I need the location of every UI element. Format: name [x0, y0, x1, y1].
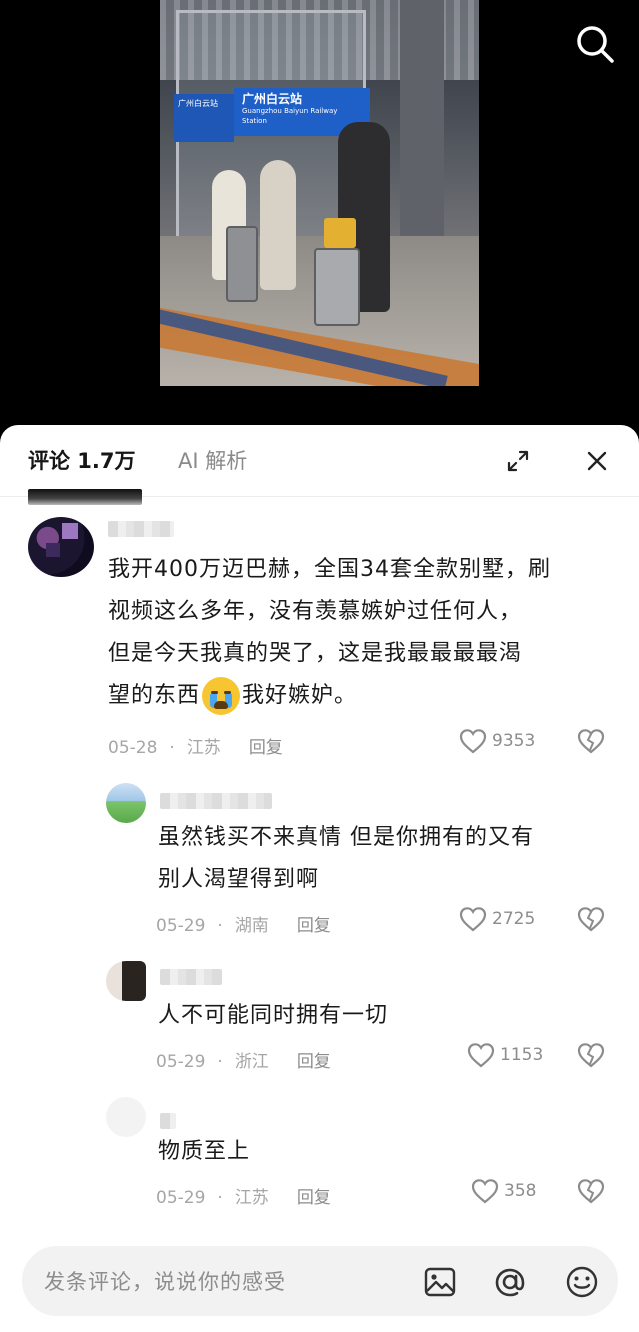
video-sign-left: 广州白云站 [174, 94, 234, 142]
avatar[interactable] [28, 517, 94, 577]
video-pillar [400, 0, 444, 250]
comment-text-line: 别人渴望得到啊 [158, 867, 320, 892]
comment-text: 我开400万迈巴赫，全国34套全款别墅，刷 视频这么多年，没有羡慕嫉妒过任何人，… [108, 549, 608, 717]
meta-separator: · [217, 1052, 223, 1072]
reply-button[interactable]: 回复 [249, 733, 283, 758]
reply-button[interactable]: 回复 [297, 911, 331, 936]
search-icon[interactable] [573, 22, 617, 66]
comment-text-line: 人不可能同时拥有一切 [158, 1003, 389, 1028]
comment-date: 05-29 [156, 1188, 206, 1208]
comment-input-bar[interactable]: 发条评论，说说你的感受 [22, 1246, 618, 1316]
dislike-icon[interactable] [576, 727, 606, 755]
video-yellow-bag [324, 218, 356, 248]
username-blurred[interactable] [160, 969, 222, 985]
like-button[interactable]: 9353 [458, 727, 535, 755]
username-blurred[interactable] [160, 1113, 176, 1129]
avatar[interactable] [106, 961, 146, 1001]
comment-text-fragment: 我好嫉妒。 [242, 683, 358, 708]
mention-icon[interactable] [492, 1264, 528, 1300]
video-suitcase-1 [226, 226, 258, 302]
video-sign-main: 广州白云站 [242, 92, 303, 106]
comment-region: 湖南 [234, 916, 269, 936]
reply-button[interactable]: 回复 [297, 1183, 331, 1208]
video-sign-sub: Guangzhou Baiyun Railway Station [242, 107, 338, 125]
avatar[interactable] [106, 1097, 146, 1137]
comment-text: 虽然钱买不来真情 但是你拥有的又有 别人渴望得到啊 [158, 817, 618, 901]
like-count: 9353 [492, 731, 536, 751]
heart-icon [471, 1179, 499, 1204]
username-blurred[interactable] [160, 793, 272, 809]
comment-input-placeholder[interactable]: 发条评论，说说你的感受 [44, 1266, 286, 1296]
comment-region: 江苏 [234, 1188, 269, 1208]
heart-icon [459, 729, 487, 754]
expand-icon[interactable] [506, 449, 530, 473]
comment-meta: 05-29 · 浙江 回复 [156, 1047, 331, 1072]
comment-text-line: 我开400万迈巴赫，全国34套全款别墅，刷 [108, 557, 551, 582]
video-suitcase-2 [314, 248, 360, 326]
meta-separator: · [217, 916, 223, 936]
image-icon[interactable] [422, 1264, 458, 1300]
comment-text: 物质至上 [158, 1131, 618, 1173]
heart-icon [459, 907, 487, 932]
emoji-icon[interactable] [564, 1264, 600, 1300]
tab-comments[interactable]: 评论 1.7万 [28, 447, 136, 475]
heart-icon [467, 1043, 495, 1068]
dislike-icon[interactable] [576, 905, 606, 933]
username-blurred[interactable] [108, 521, 174, 537]
avatar-pixel [62, 523, 78, 539]
comment-tabs: 评论 1.7万 AI 解析 [0, 425, 639, 505]
comment-text: 人不可能同时拥有一切 [158, 995, 618, 1037]
dislike-icon[interactable] [576, 1177, 606, 1205]
comment-meta: 05-28 · 江苏 回复 [108, 733, 283, 758]
crying-emoji-icon [202, 677, 241, 715]
comment-region: 浙江 [234, 1052, 269, 1072]
comment-date: 05-28 [108, 738, 158, 758]
like-button[interactable]: 358 [470, 1177, 536, 1205]
comment-region: 江苏 [186, 738, 221, 758]
comment-date: 05-29 [156, 916, 206, 936]
meta-separator: · [169, 738, 175, 758]
like-count: 358 [504, 1181, 537, 1201]
comment-meta: 05-29 · 湖南 回复 [156, 911, 331, 936]
tab-ai-analysis[interactable]: AI 解析 [178, 447, 247, 475]
video-frame[interactable]: 广州白云站 广州白云站 Guangzhou Baiyun Railway Sta… [160, 0, 479, 386]
comment-date: 05-29 [156, 1052, 206, 1072]
like-count: 2725 [492, 909, 536, 929]
comment-text-line: 虽然钱买不来真情 但是你拥有的又有 [158, 825, 534, 850]
avatar-pixel [46, 543, 60, 557]
video-person-2 [260, 160, 296, 290]
reply-button[interactable]: 回复 [297, 1047, 331, 1072]
like-button[interactable]: 1153 [466, 1041, 543, 1069]
comment-text-line: 望的东西 我好嫉妒。 [108, 675, 608, 717]
meta-separator: · [217, 1188, 223, 1208]
comment-text-line: 但是今天我真的哭了，这是我最最最最渴 [108, 641, 523, 666]
like-count: 1153 [500, 1045, 544, 1065]
like-button[interactable]: 2725 [458, 905, 535, 933]
comment-text-line: 视频这么多年，没有羡慕嫉妒过任何人， [108, 599, 523, 624]
dislike-icon[interactable] [576, 1041, 606, 1069]
comment-sheet: 评论 1.7万 AI 解析 我开400万迈巴赫，全国34套全款别墅，刷 视频这么… [0, 425, 639, 1332]
close-icon[interactable] [585, 449, 609, 473]
comment-text-line: 物质至上 [158, 1139, 251, 1164]
tab-active-indicator [28, 489, 142, 505]
video-player[interactable]: 广州白云站 广州白云站 Guangzhou Baiyun Railway Sta… [0, 0, 639, 430]
comment-text-fragment: 望的东西 [108, 683, 201, 708]
avatar[interactable] [106, 783, 146, 823]
comment-meta: 05-29 · 江苏 回复 [156, 1183, 331, 1208]
